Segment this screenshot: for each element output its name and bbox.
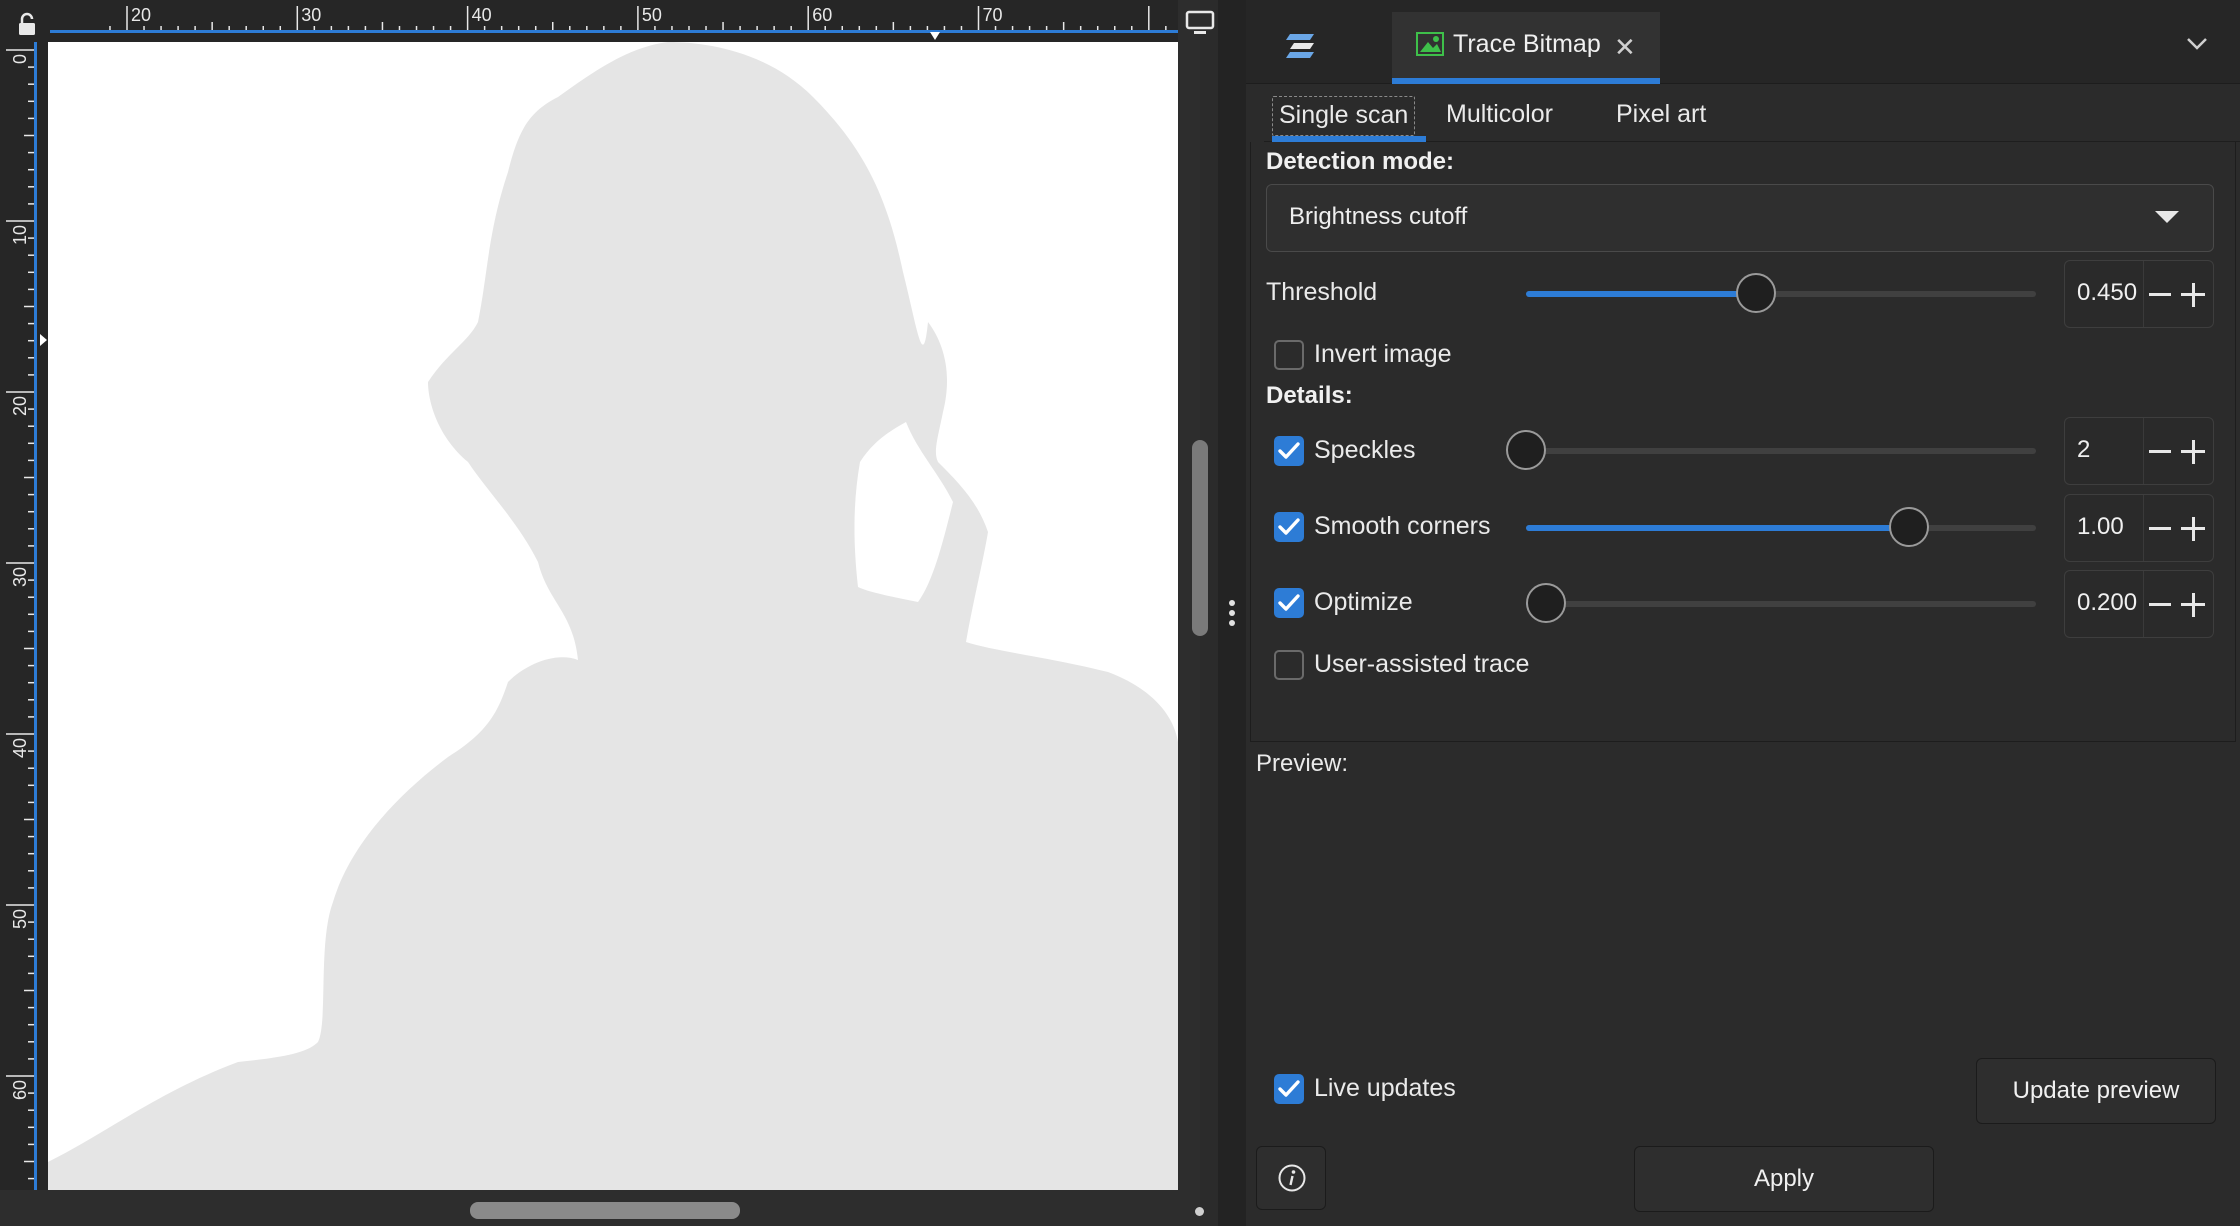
- smooth-corners-slider-knob[interactable]: [1888, 507, 1929, 547]
- ruler-tick-label: 30: [301, 5, 321, 25]
- ruler-tick-label: 60: [812, 5, 832, 25]
- check-icon: [1278, 518, 1300, 535]
- detection-mode-select[interactable]: Brightness cutoff: [1266, 184, 2214, 252]
- close-icon[interactable]: ✕: [1614, 32, 1636, 63]
- optimize-label[interactable]: Optimize: [1314, 588, 1413, 617]
- ruler-tick-label: 10: [10, 225, 30, 245]
- live-updates-checkbox[interactable]: [1274, 1074, 1304, 1104]
- display-mode-icon[interactable]: [1185, 10, 1215, 36]
- optimize-checkbox[interactable]: [1274, 588, 1304, 618]
- smooth-corners-spinbox[interactable]: 1.00: [2064, 494, 2214, 562]
- vertical-scrollbar-thumb[interactable]: [1192, 440, 1208, 636]
- plus-icon-stem[interactable]: [2192, 593, 2195, 617]
- detection-mode-value: Brightness cutoff: [1289, 203, 1468, 230]
- minus-icon[interactable]: [2149, 603, 2171, 606]
- smooth-corners-label[interactable]: Smooth corners: [1314, 512, 1490, 541]
- ruler-tick-label: 60: [10, 1080, 30, 1100]
- speckles-value[interactable]: 2: [2077, 436, 2090, 464]
- ruler-tick-label: 40: [472, 5, 492, 25]
- lock-icon[interactable]: [17, 12, 37, 36]
- update-preview-button[interactable]: Update preview: [1976, 1058, 2216, 1124]
- threshold-slider[interactable]: [1526, 273, 2036, 313]
- optimize-spinbox[interactable]: 0.200: [2064, 570, 2214, 638]
- minus-icon[interactable]: [2149, 527, 2171, 530]
- threshold-spinbox[interactable]: 0.450: [2064, 260, 2214, 328]
- optimize-value[interactable]: 0.200: [2077, 589, 2137, 617]
- check-icon: [1278, 1080, 1300, 1097]
- plus-icon-stem[interactable]: [2192, 517, 2195, 541]
- smooth-corners-checkbox[interactable]: [1274, 512, 1304, 542]
- speckles-spinbox[interactable]: 2: [2064, 417, 2214, 485]
- tab-pixel-art[interactable]: Pixel art: [1610, 96, 1712, 136]
- user-assisted-trace-label[interactable]: User-assisted trace: [1314, 650, 1529, 679]
- ruler-tick-label: 40: [10, 738, 30, 758]
- smooth-corners-slider[interactable]: [1526, 507, 2036, 547]
- dropdown-caret-icon: [2155, 211, 2179, 223]
- speckles-label[interactable]: Speckles: [1314, 436, 1415, 465]
- user-assisted-trace-checkbox[interactable]: [1274, 650, 1304, 680]
- tab-multicolor[interactable]: Multicolor: [1440, 96, 1559, 136]
- silhouette-image[interactable]: [48, 42, 1178, 1190]
- horizontal-scrollbar-thumb[interactable]: [470, 1202, 740, 1219]
- minus-icon[interactable]: [2149, 450, 2171, 453]
- dock-menu-icon[interactable]: [1284, 30, 1320, 60]
- tab-single-scan[interactable]: Single scan: [1272, 96, 1416, 136]
- tab-active-indicator: [1392, 78, 1660, 84]
- tab-trace-bitmap[interactable]: Trace Bitmap ✕: [1392, 12, 1660, 84]
- speckles-slider-knob[interactable]: [1506, 430, 1546, 470]
- spin-divider: [2143, 261, 2144, 327]
- ruler-tick-label: 20: [131, 5, 151, 25]
- smooth-corners-value[interactable]: 1.00: [2077, 513, 2124, 541]
- tab-title: Trace Bitmap: [1453, 30, 1601, 58]
- scroll-corner-dot: [1195, 1207, 1204, 1216]
- spin-divider: [2143, 495, 2144, 561]
- check-icon: [1278, 442, 1300, 459]
- preview-label: Preview:: [1256, 750, 1349, 777]
- threshold-slider-knob[interactable]: [1735, 273, 1776, 313]
- canvas-area: 20 30 40 50 60 70 0 10 20 30 40 50 60: [0, 0, 1215, 1226]
- trace-bitmap-dock: Trace Bitmap ✕ Single scan Multicolor Pi…: [1246, 0, 2240, 1226]
- invert-image-checkbox[interactable]: [1274, 340, 1304, 370]
- ruler-tick-label: 70: [983, 5, 1003, 25]
- live-updates-label[interactable]: Live updates: [1314, 1074, 1456, 1103]
- trace-bitmap-icon: [1416, 32, 1444, 56]
- minus-icon[interactable]: [2149, 293, 2171, 296]
- plus-icon-stem[interactable]: [2192, 440, 2195, 464]
- ruler-tick-label: 30: [10, 567, 30, 587]
- speckles-checkbox[interactable]: [1274, 436, 1304, 466]
- spin-divider: [2143, 418, 2144, 484]
- threshold-value[interactable]: 0.450: [2077, 279, 2137, 307]
- smooth-corners-slider-fill: [1526, 525, 1909, 531]
- splitter-handle-icon[interactable]: [1229, 600, 1235, 630]
- detection-mode-label: Detection mode:: [1266, 148, 1455, 175]
- check-icon: [1278, 594, 1300, 611]
- info-button[interactable]: [1256, 1146, 1326, 1210]
- trace-mode-tabs: Single scan Multicolor Pixel art: [1264, 88, 2240, 142]
- info-icon: [1278, 1164, 1306, 1192]
- vertical-ruler[interactable]: 0 10 20 30 40 50 60: [0, 42, 50, 1190]
- dock-header: Trace Bitmap ✕: [1246, 0, 2240, 84]
- threshold-label: Threshold: [1266, 278, 1378, 306]
- plus-icon-stem[interactable]: [2192, 283, 2195, 307]
- apply-button[interactable]: Apply: [1634, 1146, 1934, 1212]
- ruler-corner: [0, 0, 50, 42]
- drawing-canvas[interactable]: [48, 42, 1178, 1190]
- preview-area: [1256, 790, 2230, 1040]
- speckles-slider[interactable]: [1506, 430, 2036, 470]
- spin-divider: [2143, 571, 2144, 637]
- ruler-tick-label: 0: [10, 54, 30, 64]
- ruler-tick-label: 50: [10, 909, 30, 929]
- horizontal-ruler[interactable]: 20 30 40 50 60 70: [50, 0, 1178, 42]
- optimize-slider[interactable]: [1526, 583, 2036, 623]
- chevron-down-icon[interactable]: [2172, 24, 2222, 64]
- ruler-tick-label: 50: [642, 5, 662, 25]
- invert-image-label[interactable]: Invert image: [1314, 340, 1452, 369]
- threshold-slider-fill: [1526, 291, 1756, 297]
- ruler-tick-label: 20: [10, 396, 30, 416]
- details-label: Details:: [1266, 382, 1353, 409]
